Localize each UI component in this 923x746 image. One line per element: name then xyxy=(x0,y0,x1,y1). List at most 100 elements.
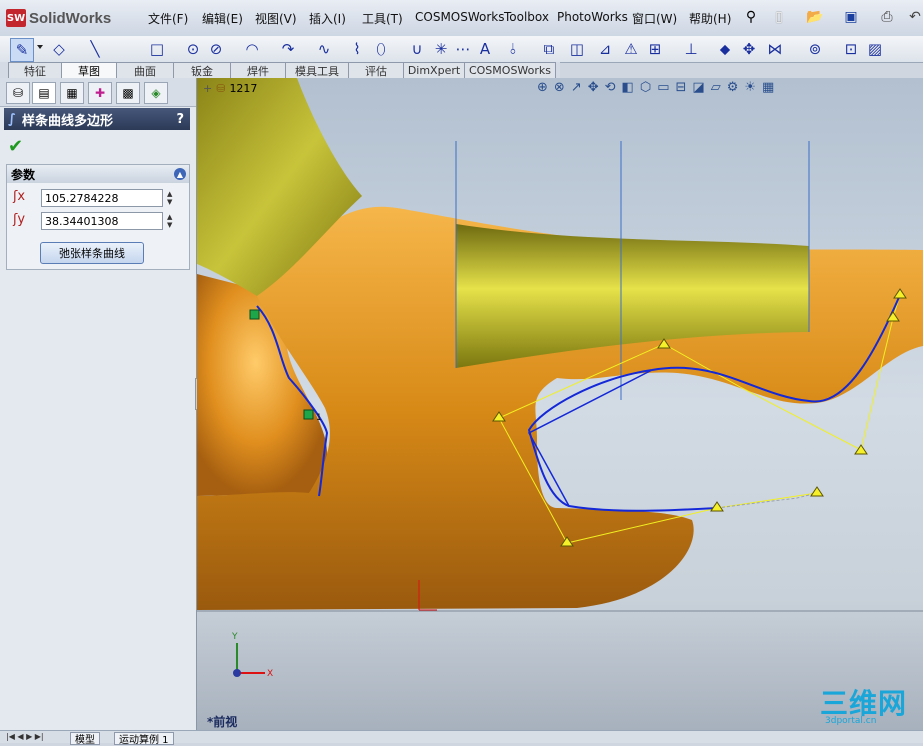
surface-spline-icon[interactable]: ⌇ xyxy=(346,38,368,60)
graphics-area[interactable]: 1 Y X ⊕ ⊗ ↗ ✥ ⟲ ◧ ⬡ ▭ ⊟ ◪ ▱ ⚙ ☀ ▦ + ⛁ 12… xyxy=(197,78,923,730)
triad-y-label: Y xyxy=(231,632,238,642)
parameters-label: 参数 xyxy=(11,167,36,182)
zoom-area-icon[interactable]: ⊗ xyxy=(554,80,565,95)
tab-features[interactable]: 特征 xyxy=(8,62,62,78)
move-entities-icon[interactable]: ✥ xyxy=(738,38,760,60)
rotate-icon[interactable]: ⟲ xyxy=(605,80,616,95)
tab-mold-tools[interactable]: 模具工具 xyxy=(285,62,349,78)
feature-manager-icon[interactable]: ⛁ xyxy=(6,82,30,104)
tab-dimxpert[interactable]: DimXpert xyxy=(403,62,465,78)
parabola-icon[interactable]: ∪ xyxy=(406,38,428,60)
tangent-arc-icon[interactable]: ↷ xyxy=(277,38,299,60)
menu-file[interactable]: 文件(F) xyxy=(148,10,188,27)
frame-counter: + ⛁ 1217 xyxy=(203,82,257,95)
edit-appearance-icon[interactable]: ◪ xyxy=(692,80,704,95)
menu-photoworks[interactable]: PhotoWorks xyxy=(557,10,628,24)
open-file-icon[interactable]: 📂 xyxy=(804,6,826,28)
line-icon[interactable]: ╲ xyxy=(84,38,106,60)
view-orientation-icon[interactable]: ⬡ xyxy=(640,80,651,95)
hide-show-icon[interactable]: ⊟ xyxy=(675,80,686,95)
tab-sketch[interactable]: 草图 xyxy=(61,62,117,78)
select-icon[interactable]: ↗ xyxy=(571,80,582,95)
convert-entities-icon[interactable]: ◫ xyxy=(566,38,588,60)
dimxpert-manager-icon[interactable]: ✚ xyxy=(88,82,112,104)
tab-evaluate[interactable]: 评估 xyxy=(348,62,404,78)
x-spinner[interactable]: ▲ ▼ xyxy=(167,190,177,206)
x-coordinate-icon: ʃx xyxy=(13,189,26,204)
expand-icon[interactable]: + xyxy=(203,82,212,95)
chevron-down-icon[interactable] xyxy=(37,45,43,49)
sw-logo-icon: SW xyxy=(6,9,26,27)
trim-icon[interactable]: ⫰ xyxy=(502,38,524,60)
display-manager-icon[interactable]: ▩ xyxy=(116,82,140,104)
sketch-endpoint[interactable] xyxy=(303,409,314,420)
menu-tools[interactable]: 工具(T) xyxy=(362,10,403,27)
menu-window[interactable]: 窗口(W) xyxy=(632,10,677,27)
sketch-endpoint[interactable] xyxy=(249,309,260,320)
menu-bar: SW SolidWorks 文件(F) 编辑(E) 视图(V) 插入(I) 工具… xyxy=(0,0,923,37)
new-file-icon[interactable]: ▯ xyxy=(768,6,790,28)
pattern-icon[interactable]: ⊞ xyxy=(644,38,666,60)
sketch-picture-icon[interactable]: ▨ xyxy=(864,38,886,60)
circle-icon[interactable]: ⊙ xyxy=(182,38,204,60)
display-style-icon[interactable]: ▭ xyxy=(657,80,669,95)
zoom-to-fit-icon[interactable]: ⊕ xyxy=(537,80,548,95)
text-icon[interactable]: A xyxy=(474,38,496,60)
warning-icon[interactable]: ⚠ xyxy=(620,38,642,60)
spline-icon[interactable]: ∿ xyxy=(313,38,335,60)
pin-icon[interactable]: ⚲ xyxy=(740,6,762,28)
x-coordinate-field[interactable]: 105.2784228 xyxy=(41,189,163,207)
ellipse-icon[interactable]: ⬯ xyxy=(370,38,392,60)
tab-cosmosworks[interactable]: COSMOSWorks xyxy=(464,62,556,78)
lighting-icon[interactable]: ☀ xyxy=(744,80,756,95)
tab-sheet-metal[interactable]: 钣金 xyxy=(173,62,231,78)
save-icon[interactable]: ▣ xyxy=(840,6,862,28)
y-spinner[interactable]: ▲ ▼ xyxy=(167,213,177,229)
rapid-sketch-icon[interactable]: ⊡ xyxy=(840,38,862,60)
offset-icon[interactable]: ⧉ xyxy=(538,38,560,60)
menu-edit[interactable]: 编辑(E) xyxy=(202,10,243,27)
y-coordinate-icon: ʃy xyxy=(13,212,26,227)
point-icon[interactable]: ✳ xyxy=(430,38,452,60)
tab-scroll-arrows[interactable]: |◀ ◀ ▶ ▶| xyxy=(6,732,44,741)
tab-motion-study[interactable]: 运动算例 1 xyxy=(114,732,174,746)
menu-cosmosworks[interactable]: COSMOSWorks xyxy=(415,10,505,24)
sketch-icon[interactable]: ✎ xyxy=(10,38,34,62)
help-icon[interactable]: ? xyxy=(176,112,184,127)
arc-icon[interactable]: ◠ xyxy=(241,38,263,60)
display-relations-icon[interactable]: ⋈ xyxy=(764,38,786,60)
print-icon[interactable]: ⎙ xyxy=(876,6,898,28)
collapse-icon[interactable]: ▲ xyxy=(174,168,186,180)
menu-view[interactable]: 视图(V) xyxy=(255,10,297,27)
tab-weldments[interactable]: 焊件 xyxy=(230,62,286,78)
menu-insert[interactable]: 插入(I) xyxy=(309,10,346,27)
tab-model[interactable]: 模型 xyxy=(70,732,100,746)
relax-spline-button[interactable]: 弛张样条曲线 xyxy=(40,242,144,264)
section-view-icon[interactable]: ◧ xyxy=(622,80,634,95)
solidworks-logo: SW SolidWorks xyxy=(6,8,111,28)
relations-icon[interactable]: ⊥ xyxy=(680,38,702,60)
mirror-icon[interactable]: ⊿ xyxy=(594,38,616,60)
view-settings-icon[interactable]: ⚙ xyxy=(727,80,739,95)
menu-toolbox[interactable]: Toolbox xyxy=(504,10,549,24)
point-label: 1 xyxy=(316,413,322,423)
parameters-header[interactable]: 参数 ▲ xyxy=(6,164,190,184)
grid-icon[interactable]: ⊚ xyxy=(804,38,826,60)
menu-help[interactable]: 帮助(H) xyxy=(689,10,731,27)
render-tools-icon[interactable]: ▦ xyxy=(762,80,774,95)
rectangle-icon[interactable]: □ xyxy=(146,38,168,60)
ok-checkmark-icon[interactable]: ✔ xyxy=(8,136,23,157)
scene-icon[interactable]: ▱ xyxy=(711,80,721,95)
property-manager-icon[interactable]: ▤ xyxy=(32,82,56,104)
tab-surfaces[interactable]: 曲面 xyxy=(116,62,174,78)
repair-icon[interactable]: ⬥ xyxy=(714,38,736,60)
smart-dimension-icon[interactable]: ◇ xyxy=(48,38,70,60)
configuration-manager-icon[interactable]: ▦ xyxy=(60,82,84,104)
perimeter-circle-icon[interactable]: ⊘ xyxy=(205,38,227,60)
triad-origin xyxy=(233,669,241,677)
pan-icon[interactable]: ✥ xyxy=(588,80,599,95)
y-coordinate-field[interactable]: 38.34401308 xyxy=(41,212,163,230)
centerline-icon[interactable]: ⋯ xyxy=(452,38,474,60)
undo-icon[interactable]: ↶ xyxy=(904,6,923,28)
appearance-icon[interactable]: ◈ xyxy=(144,82,168,104)
